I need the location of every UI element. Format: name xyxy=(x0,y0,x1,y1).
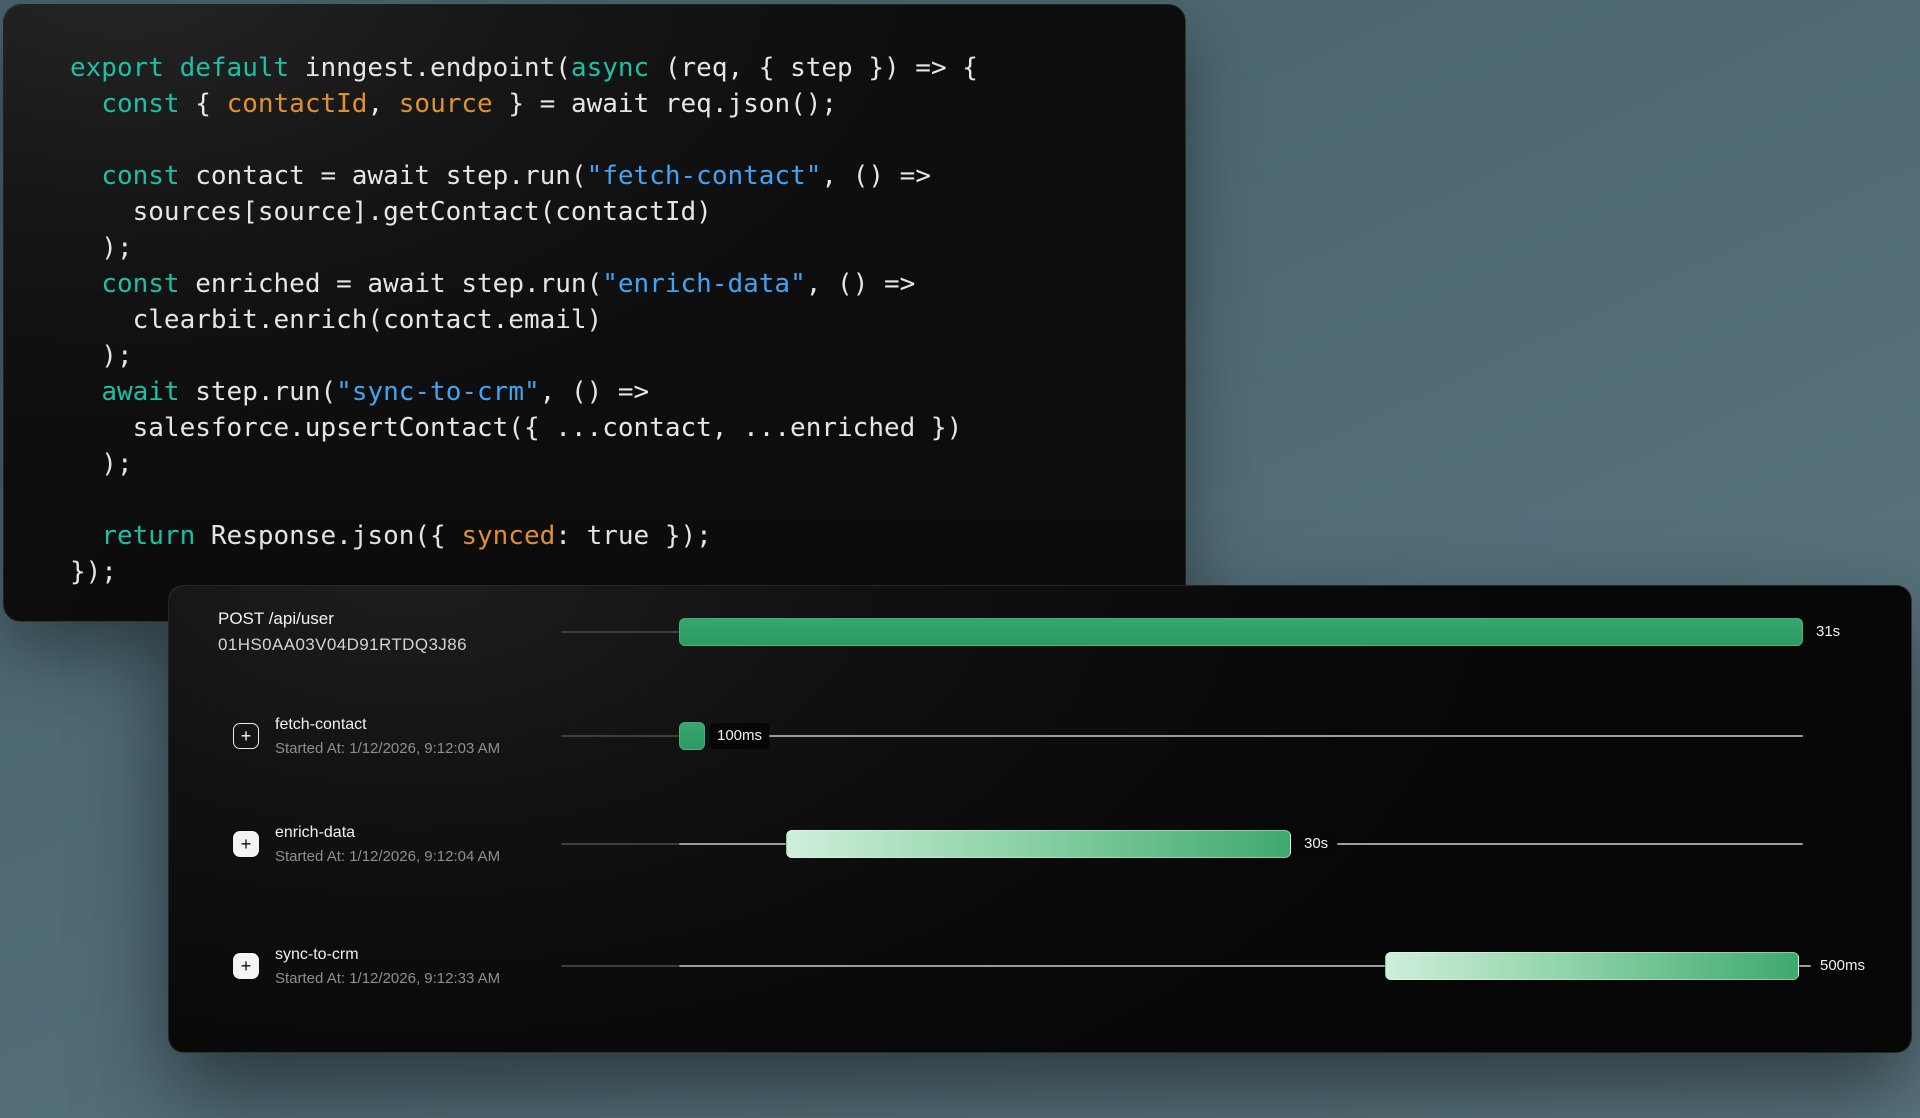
run-id: 01HS0AA03V04D91RTDQ3J86 xyxy=(218,632,467,658)
step-span-bar[interactable] xyxy=(679,722,705,750)
timeline-trail-line xyxy=(769,735,1803,737)
expand-step-button[interactable]: + xyxy=(233,831,259,857)
trace-panel: POST /api/user 01HS0AA03V04D91RTDQ3J86 3… xyxy=(168,585,1912,1053)
timeline-lead-line xyxy=(561,843,679,845)
step-duration-label: 500ms xyxy=(1813,953,1872,979)
timeline-lead-line xyxy=(561,631,679,633)
step-span-bar[interactable] xyxy=(786,830,1291,858)
step-started-at: Started At: 1/12/2026, 9:12:04 AM xyxy=(275,847,500,866)
step-name: sync-to-crm xyxy=(275,945,359,964)
expand-step-button[interactable]: + xyxy=(233,953,259,979)
timeline-window-line xyxy=(679,965,1385,967)
step-name: fetch-contact xyxy=(275,715,367,734)
code-block: export default inngest.endpoint(async (r… xyxy=(70,50,1165,601)
expand-step-button[interactable]: + xyxy=(233,723,259,749)
timeline-lead-line xyxy=(561,965,679,967)
step-duration-label: 100ms xyxy=(710,723,769,749)
timeline-end-tick xyxy=(1799,965,1811,967)
timeline-lead-line xyxy=(561,735,679,737)
plus-icon: + xyxy=(241,727,252,745)
code-editor-panel: export default inngest.endpoint(async (r… xyxy=(3,4,1186,622)
root-duration-label: 31s xyxy=(1809,619,1847,645)
request-method-path: POST /api/user xyxy=(218,606,467,632)
timeline-trail-line xyxy=(1337,843,1803,845)
plus-icon: + xyxy=(241,957,252,975)
plus-icon: + xyxy=(241,835,252,853)
step-started-at: Started At: 1/12/2026, 9:12:03 AM xyxy=(275,739,500,758)
step-span-bar[interactable] xyxy=(1385,952,1799,980)
step-started-at: Started At: 1/12/2026, 9:12:33 AM xyxy=(275,969,500,988)
trace-header: POST /api/user 01HS0AA03V04D91RTDQ3J86 xyxy=(218,606,467,658)
timeline-window-line xyxy=(679,843,786,845)
root-span-bar[interactable] xyxy=(679,618,1803,646)
step-name: enrich-data xyxy=(275,823,355,842)
step-duration-label: 30s xyxy=(1297,831,1335,857)
